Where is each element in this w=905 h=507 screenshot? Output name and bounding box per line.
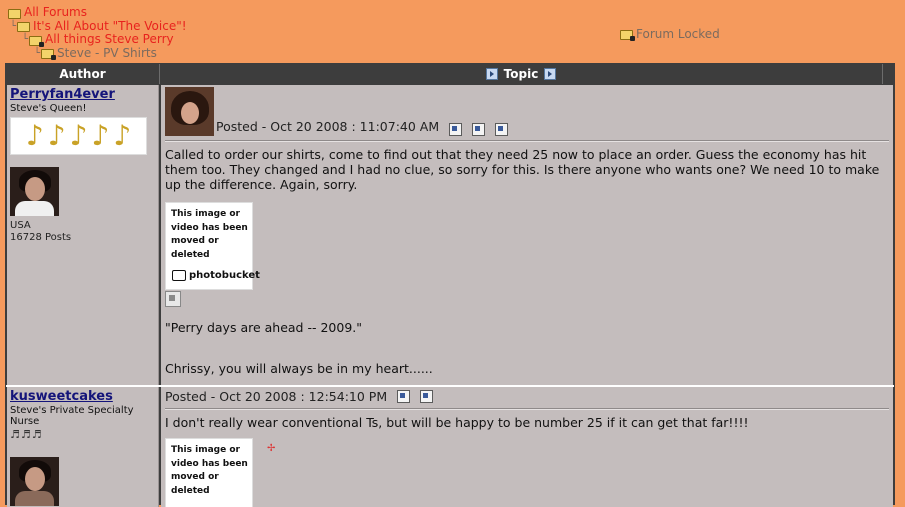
tree-connector: └ [34,47,41,59]
breadcrumb-link[interactable]: It's All About "The Voice"! [33,19,187,34]
post-timestamp: Posted - Oct 20 2008 : 11:07:40 AM [216,119,440,134]
music-note-icon: ♬ [20,428,32,441]
author-location: USA [10,220,31,231]
topic-column-header: Topic [160,64,883,84]
author-post-count: 16728 Posts [10,232,72,243]
folder-locked-icon [29,35,45,47]
breadcrumb-current: Steve - PV Shirts [57,45,157,60]
post-body: Called to order our shirts, come to find… [165,147,880,192]
forum-locked-status: Forum Locked [620,27,720,41]
image-placeholder[interactable]: This image or video has been moved or de… [165,202,260,290]
folder-locked-icon [620,30,635,41]
folder-open-icon [17,22,31,33]
topic-table: Author Topic Perryfan4ever Steve's Queen… [5,63,895,507]
ip-icon[interactable] [495,123,509,136]
post-content-cell: Posted - Oct 20 2008 : 11:07:40 AM Calle… [161,85,893,385]
next-topic-icon[interactable] [544,68,557,80]
post-header: Posted - Oct 20 2008 : 11:07:40 AM [165,87,889,136]
music-note-icon: ♬ [31,428,43,441]
author-title: Steve's Private Specialty Nurse [10,405,134,427]
avatar [10,167,59,216]
previous-topic-icon[interactable] [485,68,498,80]
breadcrumb-forum[interactable]: └ All things Steve Perry [8,32,187,47]
rank-stars: ♬♬♬ [10,428,155,441]
author-username-link[interactable]: Perryfan4ever [10,87,155,102]
author-meta: USA 16728 Posts [10,220,155,244]
music-note-icon: ♪ [113,119,132,152]
post-timestamp: Posted - Oct 20 2008 : 12:54:10 PM [165,389,388,404]
breadcrumb-link[interactable]: All Forums [24,5,87,20]
author-title: Steve's Queen! [10,103,87,114]
tree-connector: └ [10,20,17,32]
forum-locked-label: Forum Locked [636,27,720,41]
image-placeholder-text: This image or video has been moved or de… [171,445,248,496]
table-header: Author Topic [6,64,894,84]
breadcrumb-topic: └ Steve - PV Shirts [8,45,187,61]
tree-connector: └ [22,34,29,45]
signature-dedication: Chrissy, you will always be in my heart.… [165,361,433,376]
post-author-cell: kusweetcakes Steve's Private Specialty N… [7,387,159,507]
post-body: I don't really wear conventional Ts, but… [165,415,749,430]
breadcrumb: All Forums └ It's All About "The Voice"!… [8,5,187,61]
photobucket-logo: photobucket [172,269,260,283]
breadcrumb-forum-category[interactable]: └ It's All About "The Voice"! [8,19,187,34]
edit-icon[interactable] [449,123,463,136]
music-note-icon: ♬ [10,428,21,441]
music-note-icon: ♪ [25,119,44,152]
post-content-cell: Posted - Oct 20 2008 : 12:54:10 PM I don… [161,387,893,507]
avatar [10,457,59,506]
sparkle-icon: ✢ [267,443,276,454]
breadcrumb-all-forums[interactable]: All Forums [8,5,187,20]
music-note-icon: ♪ [91,119,110,152]
topic-header-label: Topic [503,67,539,81]
author-column-header: Author [6,64,160,84]
author-username-link[interactable]: kusweetcakes [10,389,155,404]
music-note-icon: ♪ [69,119,88,152]
camera-icon [172,269,186,281]
post-divider [165,140,889,142]
music-note-icon: ♪ [47,119,66,152]
poster-avatar [165,87,214,136]
post-header: Posted - Oct 20 2008 : 12:54:10 PM [165,389,889,404]
rank-stars: ♪ ♪ ♪ ♪ ♪ [10,117,147,155]
breadcrumb-link[interactable]: All things Steve Perry [45,32,174,47]
image-placeholder-text: This image or video has been moved or de… [171,209,248,260]
post-divider [165,408,889,410]
post-author-cell: Perryfan4ever Steve's Queen! ♪ ♪ ♪ ♪ ♪ U… [7,85,159,385]
broken-image-icon [165,291,181,307]
reply-with-quote-icon[interactable] [472,123,486,136]
folder-open-icon [8,8,21,19]
folder-locked-icon [41,49,57,61]
edit-icon[interactable] [397,390,411,403]
signature-quote: "Perry days are ahead -- 2009." [165,320,362,335]
reply-with-quote-icon[interactable] [420,390,434,403]
